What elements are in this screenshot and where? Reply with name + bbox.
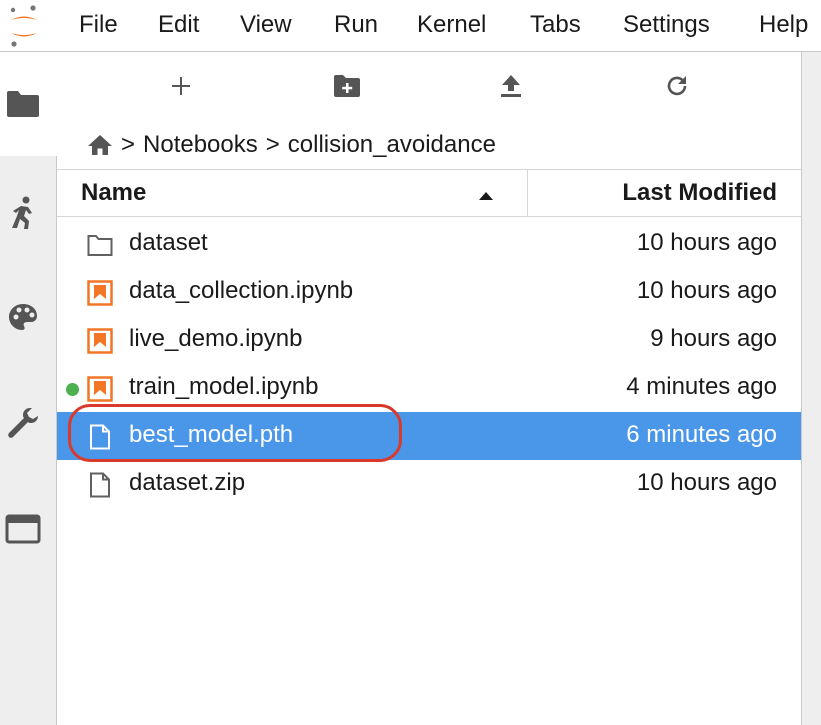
home-icon[interactable] [87, 134, 113, 156]
refresh-icon [667, 76, 687, 96]
file-modified: 10 hours ago [636, 229, 777, 256]
file-modified: 9 hours ago [650, 325, 777, 352]
menu-help[interactable]: Help [759, 10, 808, 40]
file-list-header: Name Last Modified [57, 169, 801, 217]
left-sidebar [0, 52, 57, 725]
breadcrumb-notebooks[interactable]: Notebooks [143, 131, 258, 159]
file-modified: 6 minutes ago [626, 421, 777, 448]
breadcrumb: > Notebooks > collision_avoidance [87, 130, 496, 160]
menu-edit[interactable]: Edit [158, 10, 199, 40]
file-name: dataset.zip [129, 469, 246, 496]
sort-ascending-icon [478, 188, 494, 206]
file-name: dataset [129, 229, 208, 256]
file-name: train_model.ipynb [129, 373, 319, 400]
file-row-best-model[interactable]: best_model.pth 6 minutes ago [57, 412, 801, 460]
wrench-icon[interactable] [0, 404, 46, 442]
palette-icon[interactable] [0, 300, 46, 336]
column-header-last-modified[interactable]: Last Modified [622, 179, 777, 207]
main-area-edge [801, 52, 821, 725]
menu-kernel[interactable]: Kernel [417, 10, 486, 40]
file-icon [87, 424, 113, 450]
menu-tabs[interactable]: Tabs [530, 10, 581, 40]
menu-settings[interactable]: Settings [623, 10, 710, 40]
tabs-icon[interactable] [0, 512, 46, 546]
notebook-icon [87, 376, 113, 402]
column-divider[interactable] [527, 170, 528, 216]
breadcrumb-collision-avoidance[interactable]: collision_avoidance [288, 131, 496, 159]
file-modified: 4 minutes ago [626, 373, 777, 400]
new-folder-button[interactable] [323, 68, 371, 104]
file-row-dataset-zip[interactable]: dataset.zip 10 hours ago [57, 460, 801, 508]
running-icon[interactable] [0, 194, 46, 232]
menu-view[interactable]: View [240, 10, 292, 40]
file-modified: 10 hours ago [636, 277, 777, 304]
running-indicator-icon [66, 383, 79, 396]
file-name: best_model.pth [129, 421, 294, 448]
refresh-button[interactable] [653, 68, 701, 104]
notebook-icon [87, 328, 113, 354]
file-name: data_collection.ipynb [129, 277, 354, 304]
file-browser-panel: > Notebooks > collision_avoidance Name L… [57, 52, 801, 725]
file-row-dataset[interactable]: dataset 10 hours ago [57, 220, 801, 268]
plus-icon [172, 77, 190, 95]
breadcrumb-separator: > [265, 131, 280, 158]
menu-bar: File Edit View Run Kernel Tabs Settings … [0, 0, 821, 52]
folder-icon [87, 232, 113, 258]
notebook-icon [87, 280, 113, 306]
folder-icon[interactable] [0, 88, 46, 120]
jupyter-logo-icon [6, 4, 42, 48]
file-list: dataset 10 hours ago data_collection.ipy… [57, 220, 801, 508]
file-icon [87, 472, 113, 498]
file-name: live_demo.ipynb [129, 325, 303, 352]
file-row-train-model[interactable]: train_model.ipynb 4 minutes ago [57, 364, 801, 412]
menu-run[interactable]: Run [334, 10, 378, 40]
new-launcher-button[interactable] [157, 68, 205, 104]
breadcrumb-separator: > [121, 131, 136, 158]
menu-file[interactable]: File [79, 10, 118, 40]
file-row-live-demo[interactable]: live_demo.ipynb 9 hours ago [57, 316, 801, 364]
column-header-name[interactable]: Name [81, 179, 146, 207]
new-folder-icon [334, 75, 360, 97]
file-row-data-collection[interactable]: data_collection.ipynb 10 hours ago [57, 268, 801, 316]
upload-button[interactable] [487, 68, 535, 104]
upload-icon [501, 75, 521, 97]
file-modified: 10 hours ago [636, 469, 777, 496]
